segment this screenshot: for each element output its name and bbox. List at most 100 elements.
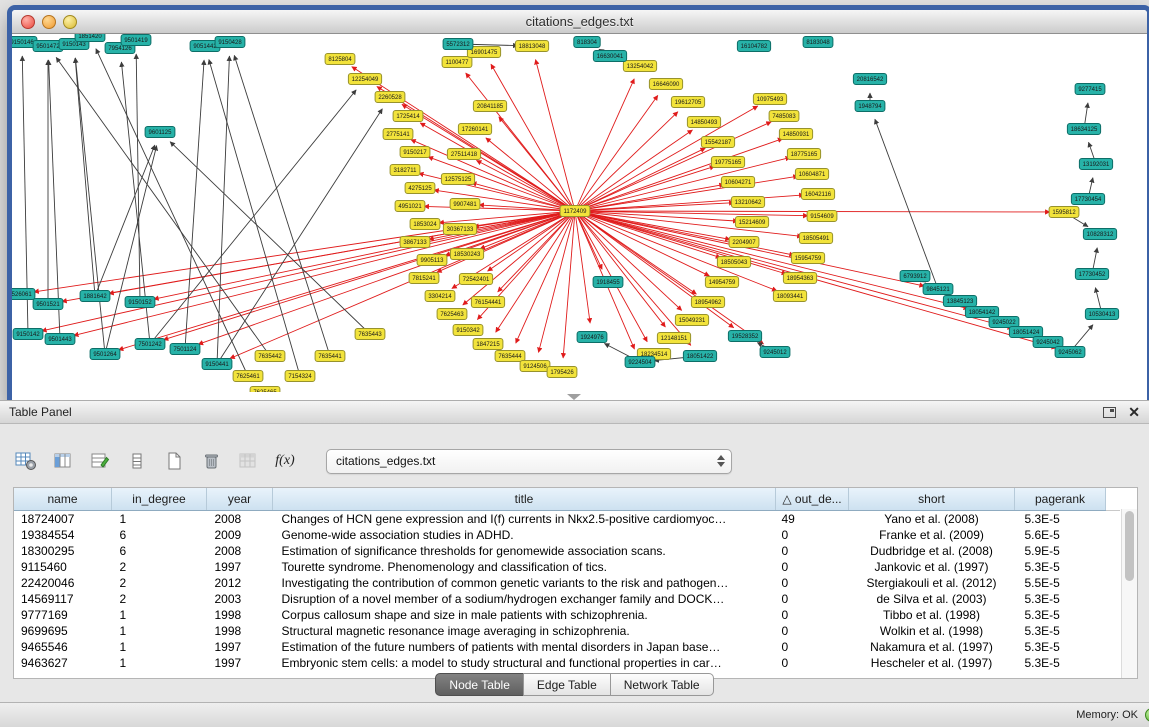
graph-node-label: 9245012	[763, 350, 787, 356]
graph-node-label: 7154324	[288, 374, 312, 380]
table-cell-filler	[1106, 591, 1121, 607]
graph-node-label: 9150142	[16, 332, 40, 338]
graph-edge	[575, 148, 705, 211]
network-view[interactable]: 1172409812580412254049226052817254142775…	[12, 34, 1137, 392]
graph-node-label: 9277415	[1078, 87, 1102, 93]
tab-network-table[interactable]: Network Table	[610, 673, 714, 696]
graph-node-label: 18954363	[787, 276, 814, 282]
column-header-year[interactable]: year	[207, 488, 273, 511]
tab-node-table[interactable]: Node Table	[435, 673, 524, 696]
graph-node-label: 76154441	[475, 300, 502, 306]
close-panel-icon[interactable]: ✕	[1128, 405, 1140, 419]
graph-node-label: 1795426	[550, 370, 574, 376]
table-cell: Disruption of a novel member of a sodium…	[273, 591, 776, 607]
graph-node-label: 1948794	[858, 104, 882, 110]
import-table-icon[interactable]	[236, 450, 260, 472]
graph-node-label: 9245022	[992, 320, 1016, 326]
graph-node-label: 6793912	[903, 274, 927, 280]
table-cell: 5.3E-5	[1015, 623, 1106, 639]
table-source-dropdown[interactable]: citations_edges.txt	[326, 449, 732, 474]
table-row[interactable]: 1830029562008Estimation of significance …	[14, 543, 1120, 559]
network-window-titlebar[interactable]: citations_edges.txt	[12, 10, 1147, 34]
graph-node-label: 19528352	[732, 334, 759, 340]
graph-node-label: 9150217	[403, 150, 427, 156]
table-cell: 0	[776, 559, 849, 575]
table-row[interactable]: 977716911998Corpus callosum shape and si…	[14, 607, 1120, 623]
graph-node-label: 7635442	[258, 354, 282, 360]
column-header-title[interactable]: title	[273, 488, 776, 511]
graph-node-label: 1100477	[446, 60, 470, 66]
table-cell: 9699695	[14, 623, 112, 639]
table-cell: Estimation of the future numbers of pati…	[273, 639, 776, 655]
tab-edge-table[interactable]: Edge Table	[523, 673, 611, 696]
delete-table-icon[interactable]	[199, 450, 223, 472]
graph-node-label: 13210642	[735, 200, 762, 206]
table-cell: 18724007	[14, 511, 112, 528]
table-cell: Tourette syndrome. Phenomenology and cla…	[273, 559, 776, 575]
graph-node-label: 19775165	[715, 160, 742, 166]
graph-edge	[496, 211, 575, 332]
table-cell: Wolkin et al. (1998)	[849, 623, 1015, 639]
column-header-filler	[1106, 488, 1121, 511]
table-row[interactable]: 2242004622012Investigating the contribut…	[14, 575, 1120, 591]
table-mode-icon[interactable]	[14, 450, 38, 472]
graph-edge	[472, 183, 575, 211]
table-cell: Nakamura et al. (1997)	[849, 639, 1015, 655]
graph-node-label: 9501443	[48, 337, 72, 343]
graph-edge	[420, 123, 575, 211]
table-cell: 0	[776, 543, 849, 559]
graph-node-label: 7954126	[108, 46, 132, 52]
graph-node-label: 2260528	[378, 95, 402, 101]
graph-edge	[575, 211, 968, 309]
graph-node-label: 16646090	[653, 82, 680, 88]
graph-node-label: 9150152	[128, 300, 152, 306]
show-columns-icon[interactable]	[51, 450, 75, 472]
window-close-button[interactable]	[21, 15, 35, 29]
function-builder-icon[interactable]: f(x)	[273, 450, 297, 472]
graph-node-label: 9501419	[124, 38, 148, 44]
graph-node-label: 7815241	[412, 276, 436, 282]
row-height-icon[interactable]	[125, 450, 149, 472]
window-zoom-button[interactable]	[63, 15, 77, 29]
table-cell: 2009	[207, 527, 273, 543]
table-cell: 5.3E-5	[1015, 511, 1106, 528]
graph-node-label: 9245042	[1036, 340, 1060, 346]
graph-node-label: 1918455	[596, 280, 620, 286]
memory-ok-led	[1145, 708, 1149, 722]
graph-edge	[170, 142, 370, 334]
float-panel-icon[interactable]	[1103, 407, 1116, 418]
table-row[interactable]: 969969511998Structural magnetic resonanc…	[14, 623, 1120, 639]
graph-node-label: 1853024	[413, 222, 437, 228]
table-cell: 1997	[207, 655, 273, 671]
table-cell: Stergiakouli et al. (2012)	[849, 575, 1015, 591]
scrollbar-thumb[interactable]	[1125, 511, 1134, 581]
table-row[interactable]: 1456911722003Disruption of a novel membe…	[14, 591, 1120, 607]
graph-node-label: 19612705	[675, 100, 702, 106]
table-cell: 2008	[207, 543, 273, 559]
table-row[interactable]: 1938455462009Genome-wide association stu…	[14, 527, 1120, 543]
table-row[interactable]: 1872400712008Changes of HCN gene express…	[14, 511, 1120, 528]
graph-node-label: 16104782	[741, 44, 768, 50]
column-header-pagerank[interactable]: pagerank	[1015, 488, 1106, 511]
graph-edge	[217, 109, 382, 364]
graph-canvas[interactable]: 1172409812580412254049226052817254142775…	[12, 34, 1137, 392]
table-row[interactable]: 946554611997Estimation of the future num…	[14, 639, 1120, 655]
column-header-name[interactable]: name	[14, 488, 112, 511]
table-cell: 1998	[207, 607, 273, 623]
table-scrollbar[interactable]	[1121, 509, 1137, 678]
table-row[interactable]: 911546021997Tourette syndrome. Phenomeno…	[14, 559, 1120, 575]
new-table-icon[interactable]	[162, 450, 186, 472]
table-cell: Changes of HCN gene expression and I(f) …	[273, 511, 776, 528]
table-row[interactable]: 946362711997Embryonic stem cells: a mode…	[14, 655, 1120, 671]
table-cell: Tibbo et al. (1998)	[849, 607, 1015, 623]
column-header-in_degree[interactable]: in_degree	[112, 488, 207, 511]
graph-node-label: 9150441	[205, 362, 229, 368]
window-minimize-button[interactable]	[42, 15, 56, 29]
column-header-short[interactable]: short	[849, 488, 1015, 511]
graph-node-label: 18530243	[454, 252, 481, 258]
graph-edge	[75, 58, 95, 296]
create-column-icon[interactable]	[88, 450, 112, 472]
table-cell: 1	[112, 623, 207, 639]
table-cell: 0	[776, 575, 849, 591]
column-header-out_degree[interactable]: △ out_de...	[776, 488, 849, 511]
